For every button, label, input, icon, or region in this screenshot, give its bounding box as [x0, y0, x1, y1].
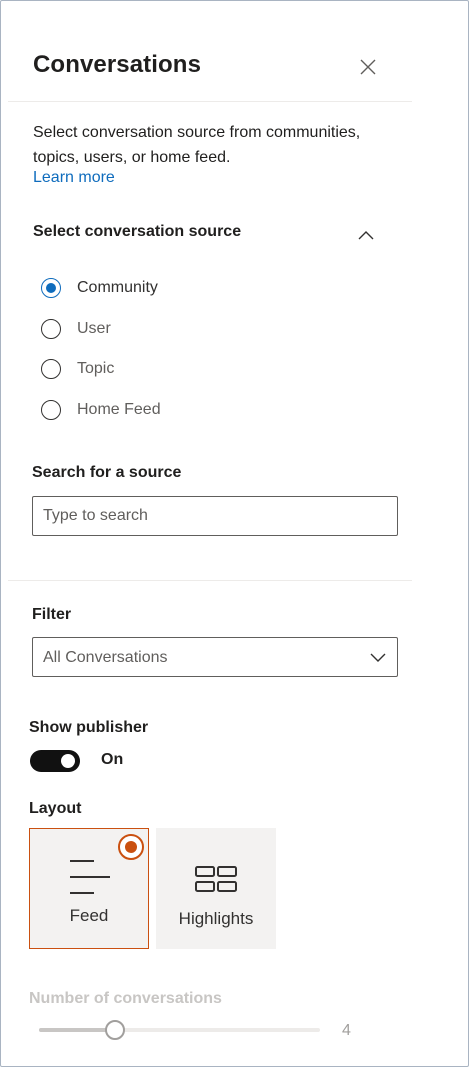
- show-publisher-heading: Show publisher: [29, 719, 149, 736]
- conversations-property-pane: Conversations Select conversation source…: [8, 8, 412, 1058]
- conversations-slider-fill: [39, 1028, 115, 1032]
- chevron-down-wrapper: [369, 649, 387, 667]
- source-heading: Select conversation source: [33, 223, 242, 240]
- pane-title: Conversations: [33, 51, 202, 78]
- layout-tile-highlights[interactable]: Highlights: [156, 828, 276, 949]
- section-divider: [8, 580, 412, 581]
- layout-tile-feed[interactable]: Feed: [29, 828, 149, 949]
- number-of-conversations-heading: Number of conversations: [29, 990, 222, 1007]
- layout-heading: Layout: [29, 800, 82, 817]
- filter-selected-value: All Conversations: [43, 649, 168, 666]
- source-collapse-button[interactable]: [354, 225, 378, 245]
- feed-lines-icon: [70, 860, 110, 894]
- radio-unchecked-icon: [41, 400, 61, 420]
- highlights-grid-icon: [195, 866, 237, 892]
- search-heading: Search for a source: [32, 464, 182, 481]
- selected-badge-icon: [118, 834, 144, 860]
- radio-community[interactable]: Community: [41, 278, 158, 298]
- radio-label: User: [77, 320, 111, 337]
- radio-label: Home Feed: [77, 401, 161, 418]
- radio-unchecked-icon: [41, 319, 61, 339]
- filter-dropdown[interactable]: All Conversations: [32, 637, 398, 677]
- conversations-slider-value: 4: [342, 1022, 351, 1039]
- radio-label: Topic: [77, 360, 115, 377]
- close-button[interactable]: [354, 53, 382, 81]
- show-publisher-toggle[interactable]: [30, 750, 80, 772]
- toggle-state-label: On: [101, 751, 124, 768]
- close-icon: [360, 59, 376, 75]
- conversations-slider-thumb[interactable]: [104, 1020, 125, 1040]
- layout-tile-label: Highlights: [178, 909, 254, 928]
- radio-topic[interactable]: Topic: [41, 359, 114, 379]
- filter-heading: Filter: [32, 606, 72, 623]
- radio-unchecked-icon: [41, 359, 61, 379]
- radio-home-feed[interactable]: Home Feed: [41, 400, 161, 420]
- pane-header: Conversations: [8, 8, 412, 102]
- chevron-up-icon: [358, 231, 374, 240]
- radio-user[interactable]: User: [41, 319, 111, 339]
- chevron-down-icon: [370, 653, 386, 662]
- intro-description: Select conversation source from communit…: [33, 124, 361, 166]
- search-source-input[interactable]: [32, 496, 398, 536]
- learn-more-link[interactable]: Learn more: [33, 169, 115, 187]
- radio-label: Community: [77, 279, 158, 296]
- layout-tile-label: Feed: [69, 906, 109, 925]
- radio-checked-icon: [41, 278, 61, 298]
- toggle-knob: [61, 754, 75, 768]
